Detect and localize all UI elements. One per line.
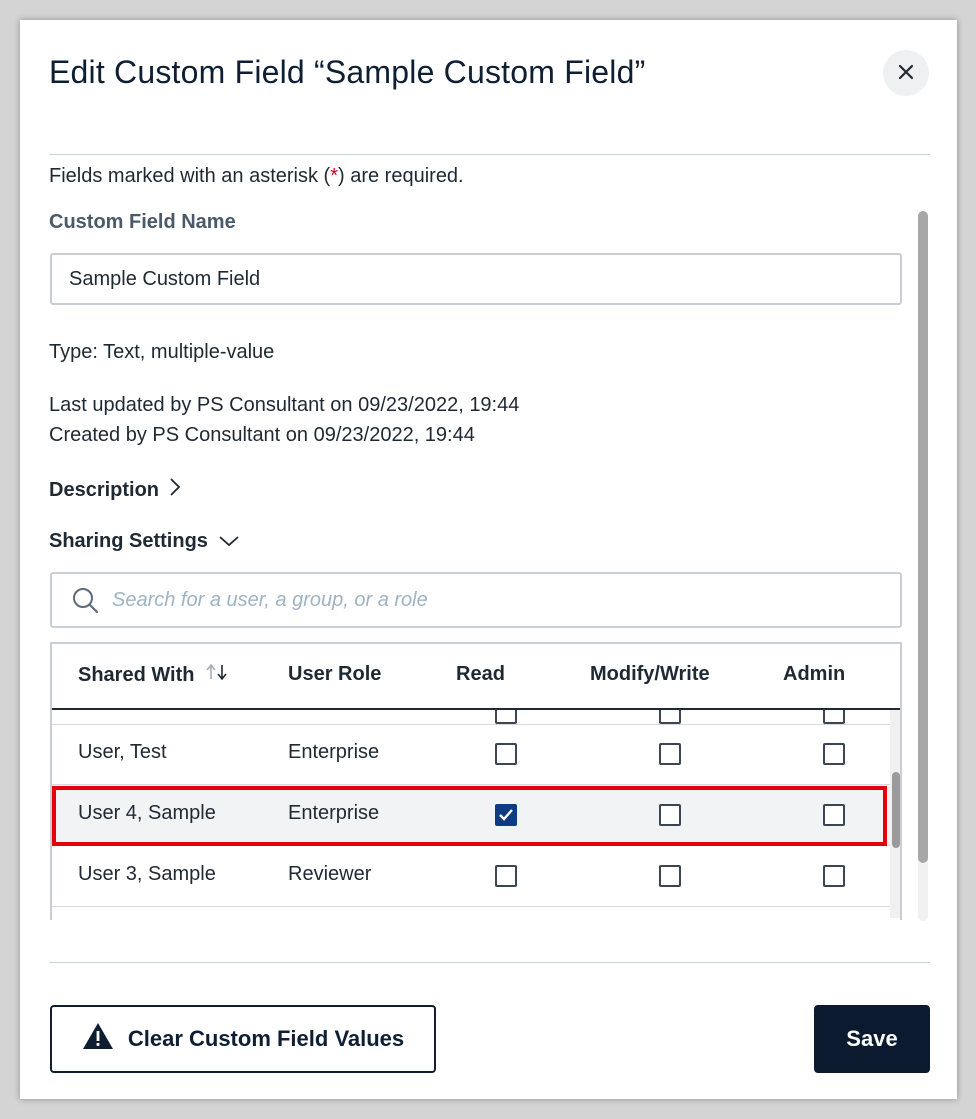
footer-divider — [49, 962, 930, 963]
modify-checkbox[interactable] — [659, 865, 681, 887]
chevron-right-icon — [169, 477, 181, 503]
save-button[interactable]: Save — [814, 1005, 930, 1073]
read-checkbox[interactable] — [495, 865, 517, 887]
chevron-down-icon — [218, 530, 240, 553]
custom-field-name-label: Custom Field Name — [49, 211, 236, 233]
close-button[interactable] — [883, 50, 929, 96]
search-icon — [68, 583, 102, 617]
required-note-prefix: Fields marked with an asterisk ( — [49, 165, 331, 187]
required-note-suffix: ) are required. — [338, 165, 464, 187]
dialog-title: Edit Custom Field “Sample Custom Field” — [49, 54, 646, 90]
clear-button-label: Clear Custom Field Values — [127, 1026, 405, 1051]
row-user-role: Enterprise — [288, 802, 380, 824]
admin-checkbox[interactable] — [823, 865, 845, 887]
modify-checkbox[interactable] — [659, 743, 681, 765]
sharing-search-box — [50, 572, 902, 628]
row-shared-with: User 3, Sample — [78, 863, 216, 885]
created-text: Created by PS Consultant on 09/23/2022, … — [49, 424, 475, 446]
last-updated-text: Last updated by PS Consultant on 09/23/2… — [49, 394, 520, 416]
column-header-user-role: User Role — [288, 663, 382, 685]
field-type-text: Type: Text, multiple-value — [49, 341, 275, 363]
required-note: Fields marked with an asterisk (*) are r… — [49, 165, 464, 188]
description-label: Description — [49, 478, 160, 501]
read-checkbox[interactable] — [495, 804, 517, 826]
description-toggle[interactable]: Description — [49, 477, 181, 503]
required-asterisk: * — [330, 165, 338, 187]
row-user-role: Reviewer — [288, 863, 372, 885]
table-row[interactable]: User, Test Enterprise — [52, 724, 890, 785]
custom-field-name-input[interactable] — [50, 253, 902, 305]
edit-custom-field-dialog: Edit Custom Field “Sample Custom Field” … — [20, 20, 957, 1099]
column-header-admin: Admin — [783, 663, 846, 685]
table-scrollbar-thumb[interactable] — [892, 772, 900, 848]
column-header-modify-write: Modify/Write — [590, 663, 710, 685]
modify-checkbox[interactable] — [659, 804, 681, 826]
table-row[interactable]: User 4, Sample Enterprise — [52, 785, 890, 846]
header-divider — [49, 154, 930, 155]
sort-icon — [205, 663, 229, 687]
row-user-role: Enterprise — [288, 741, 380, 763]
column-header-shared-with-label: Shared With — [78, 663, 195, 686]
warning-icon — [82, 1022, 114, 1056]
clear-custom-field-values-button[interactable]: Clear Custom Field Values — [50, 1005, 436, 1073]
sharing-table-header: Shared With User Role Read Modify/Write … — [52, 644, 900, 710]
sharing-settings-label: Sharing Settings — [49, 530, 208, 552]
column-header-shared-with[interactable]: Shared With — [78, 663, 229, 687]
sharing-table: Shared With User Role Read Modify/Write … — [50, 642, 902, 920]
read-checkbox[interactable] — [495, 743, 517, 765]
close-icon — [897, 63, 915, 84]
admin-checkbox[interactable] — [823, 743, 845, 765]
row-shared-with: User 4, Sample — [78, 802, 216, 824]
row-shared-with: User, Test — [78, 741, 167, 763]
sharing-settings-toggle[interactable]: Sharing Settings — [49, 530, 240, 553]
admin-checkbox[interactable] — [823, 804, 845, 826]
dialog-scrollbar-thumb[interactable] — [918, 211, 928, 863]
column-header-read: Read — [456, 663, 505, 685]
sharing-search-input[interactable] — [110, 573, 900, 627]
table-row[interactable]: User 3, Sample Reviewer — [52, 846, 890, 907]
